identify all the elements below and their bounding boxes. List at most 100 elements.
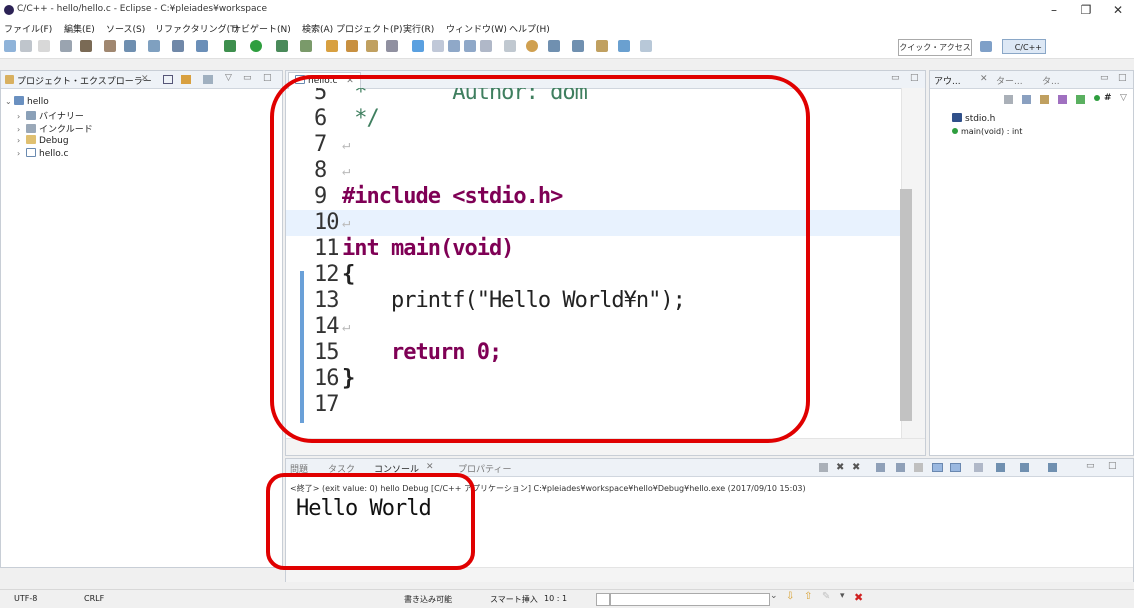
menu-window[interactable]: ウィンドウ(W) <box>446 22 507 35</box>
build-all-icon[interactable] <box>104 40 116 52</box>
debug-icon[interactable] <box>224 40 236 52</box>
toggle-icon[interactable] <box>504 40 516 52</box>
menu-run[interactable]: 実行(R) <box>403 22 434 35</box>
prev-annotation-icon[interactable] <box>572 40 584 52</box>
close-icon[interactable]: ✕ <box>426 462 434 472</box>
tree-item-hello-c[interactable]: › hello.c <box>17 148 68 159</box>
forward-icon[interactable] <box>640 40 652 52</box>
show-paragraph-icon[interactable] <box>480 40 492 52</box>
outline-item-include[interactable]: stdio.h <box>952 113 995 124</box>
chevron-down-icon[interactable]: ⌄ <box>770 591 778 601</box>
group-icon[interactable]: # <box>1104 93 1112 103</box>
close-icon[interactable]: ✕ <box>980 74 988 84</box>
gear-icon[interactable] <box>526 40 538 52</box>
chevron-down-icon[interactable]: ▾ <box>840 591 845 601</box>
minimize-view-icon[interactable]: ▭ <box>1086 461 1095 471</box>
hide-fields-icon[interactable] <box>1022 95 1031 104</box>
hide-nonpublic-icon[interactable] <box>1058 95 1067 104</box>
close-icon[interactable]: ✕ <box>141 74 149 84</box>
display-console-icon[interactable] <box>996 463 1005 472</box>
new-class-icon[interactable] <box>196 40 208 52</box>
mark-occurrences-icon[interactable] <box>432 40 444 52</box>
tree-item-includes[interactable]: › インクルード <box>17 122 93 135</box>
new-icon[interactable] <box>4 40 16 52</box>
pen-icon[interactable] <box>386 40 398 52</box>
clear-console-icon[interactable] <box>876 463 885 472</box>
save-icon[interactable] <box>20 40 32 52</box>
find-options-icon[interactable]: ✎ <box>822 591 830 602</box>
close-button[interactable]: ✕ <box>1104 2 1132 18</box>
filter-icon[interactable] <box>1094 95 1100 101</box>
menu-refactor[interactable]: リファクタリング(T) <box>155 22 239 35</box>
next-annotation-icon[interactable] <box>548 40 560 52</box>
minimize-view-icon[interactable]: ▭ <box>891 73 900 83</box>
open-console-icon[interactable] <box>1020 463 1029 472</box>
close-find-icon[interactable]: ✖ <box>854 591 863 604</box>
sort-icon[interactable] <box>1004 95 1013 104</box>
minimize-button[interactable]: – <box>1040 2 1068 18</box>
new-project-icon[interactable] <box>124 40 136 52</box>
minimize-view-icon[interactable]: ▭ <box>243 73 252 83</box>
new-console-icon[interactable] <box>1048 463 1057 472</box>
tab-target[interactable]: ター... <box>996 74 1023 87</box>
show-on-error-icon[interactable] <box>950 463 961 472</box>
open-type-icon[interactable] <box>326 40 338 52</box>
run-icon[interactable] <box>250 40 262 52</box>
tab-properties[interactable]: プロパティー <box>458 462 511 475</box>
maximize-view-icon[interactable]: □ <box>1108 461 1117 471</box>
link-editor-icon[interactable] <box>181 75 191 84</box>
remove-all-icon[interactable]: ✖ <box>852 462 860 473</box>
collapse-all-icon[interactable] <box>163 75 173 84</box>
build-config-icon[interactable] <box>60 40 72 52</box>
terminate-icon[interactable] <box>819 463 828 472</box>
find-previous-icon[interactable]: ⇧ <box>804 591 812 602</box>
open-element-icon[interactable] <box>346 40 358 52</box>
annotation-icon[interactable] <box>412 40 424 52</box>
maximize-view-icon[interactable]: □ <box>263 73 272 83</box>
menu-search[interactable]: 検索(A) <box>302 22 333 35</box>
filter-icon[interactable] <box>203 75 213 84</box>
project-explorer-title[interactable]: プロジェクト・エクスプローラー <box>17 74 152 87</box>
pin-console-icon[interactable] <box>974 463 983 472</box>
scroll-lock-icon[interactable] <box>896 463 905 472</box>
show-on-output-icon[interactable] <box>932 463 943 472</box>
search-icon[interactable] <box>366 40 378 52</box>
find-field[interactable] <box>610 593 770 606</box>
minimize-view-icon[interactable]: ▭ <box>1100 73 1109 83</box>
build-icon[interactable] <box>80 40 92 52</box>
perspective-c-button[interactable]: C/C++ <box>1002 39 1046 54</box>
last-edit-icon[interactable] <box>596 40 608 52</box>
view-menu-icon[interactable]: ▽ <box>1120 93 1127 103</box>
tab-task[interactable]: タ... <box>1042 74 1060 87</box>
show-whitespace-icon[interactable] <box>464 40 476 52</box>
tree-item-binaries[interactable]: › バイナリー <box>17 109 84 122</box>
view-menu-icon[interactable]: ▽ <box>225 73 232 83</box>
tree-item-debug[interactable]: › Debug <box>17 135 69 146</box>
word-wrap-icon[interactable] <box>914 463 923 472</box>
menu-edit[interactable]: 編集(E) <box>64 22 95 35</box>
new-folder-icon[interactable] <box>148 40 160 52</box>
hide-macros-icon[interactable] <box>1076 95 1085 104</box>
maximize-view-icon[interactable]: □ <box>1118 73 1127 83</box>
menu-help[interactable]: ヘルプ(H) <box>509 22 550 35</box>
save-all-icon[interactable] <box>38 40 50 52</box>
menu-source[interactable]: ソース(S) <box>106 22 145 35</box>
coverage-icon[interactable] <box>300 40 312 52</box>
open-perspective-icon[interactable] <box>980 41 992 52</box>
menu-file[interactable]: ファイル(F) <box>4 22 52 35</box>
quick-access-field[interactable]: クイック・アクセス <box>898 39 972 56</box>
menu-navigate[interactable]: ナビゲート(N) <box>232 22 291 35</box>
find-next-icon[interactable]: ⇩ <box>786 591 794 602</box>
tree-item-project[interactable]: ⌄ hello <box>5 96 49 107</box>
maximize-button[interactable]: ❐ <box>1072 2 1100 18</box>
search-icon[interactable] <box>596 593 610 606</box>
block-select-icon[interactable] <box>448 40 460 52</box>
hide-static-icon[interactable] <box>1040 95 1049 104</box>
external-tools-icon[interactable] <box>276 40 288 52</box>
maximize-view-icon[interactable]: □ <box>910 73 919 83</box>
new-file-icon[interactable] <box>172 40 184 52</box>
outline-item-main[interactable]: main(void) : int <box>952 127 1022 137</box>
editor-scroll-thumb[interactable] <box>900 189 912 421</box>
menu-project[interactable]: プロジェクト(P) <box>336 22 402 35</box>
remove-launch-icon[interactable]: ✖ <box>836 462 844 473</box>
